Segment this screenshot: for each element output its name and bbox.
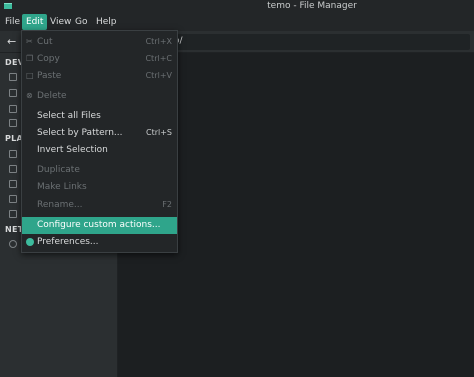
menu-file[interactable]: File: [1, 14, 24, 30]
drive-icon[interactable]: [9, 119, 17, 127]
menu-item-delete[interactable]: ⊗ Delete: [22, 88, 177, 105]
window-title: temo - File Manager: [267, 1, 357, 11]
menu-item-select-by-pattern[interactable]: Select by Pattern... Ctrl+S: [22, 125, 177, 142]
menu-edit[interactable]: Edit: [22, 14, 48, 30]
preferences-icon: [26, 238, 34, 246]
back-arrow-icon[interactable]: ←: [7, 36, 19, 48]
drive-icon[interactable]: [9, 105, 17, 113]
edit-menu-dropdown: ✂ Cut Ctrl+X ❐ Copy Ctrl+C □ Paste Ctrl+…: [21, 30, 178, 253]
drive-icon[interactable]: [9, 73, 17, 81]
drive-icon[interactable]: [9, 89, 17, 97]
menu-item-invert-selection[interactable]: Invert Selection: [22, 142, 177, 159]
menu-item-select-all[interactable]: Select all Files: [22, 108, 177, 125]
trash-icon[interactable]: [9, 180, 17, 188]
menu-bar: File Edit View Go Help: [0, 13, 474, 31]
menu-item-duplicate[interactable]: Duplicate: [22, 162, 177, 179]
menu-help[interactable]: Help: [92, 14, 121, 30]
copy-icon: ❐: [26, 54, 34, 63]
folder-icon[interactable]: [9, 195, 17, 203]
menu-item-cut[interactable]: ✂ Cut Ctrl+X: [22, 34, 177, 51]
folder-icon[interactable]: [9, 165, 17, 173]
cut-icon: ✂: [26, 37, 33, 46]
network-icon[interactable]: [9, 240, 17, 248]
menu-item-paste[interactable]: □ Paste Ctrl+V: [22, 68, 177, 85]
menu-item-make-links[interactable]: Make Links: [22, 179, 177, 196]
menu-item-copy[interactable]: ❐ Copy Ctrl+C: [22, 51, 177, 68]
menu-item-rename[interactable]: Rename... F2: [22, 197, 177, 214]
menu-go[interactable]: Go: [71, 14, 91, 30]
delete-icon: ⊗: [26, 91, 33, 100]
home-icon[interactable]: [9, 150, 17, 158]
paste-icon: □: [26, 71, 34, 80]
location-bar[interactable]: o/: [160, 34, 470, 50]
menu-item-configure-custom-actions[interactable]: Configure custom actions...: [22, 217, 177, 234]
menu-item-preferences[interactable]: Preferences...: [22, 234, 177, 251]
title-bar: temo - File Manager: [0, 0, 474, 13]
folder-icon[interactable]: [9, 210, 17, 218]
